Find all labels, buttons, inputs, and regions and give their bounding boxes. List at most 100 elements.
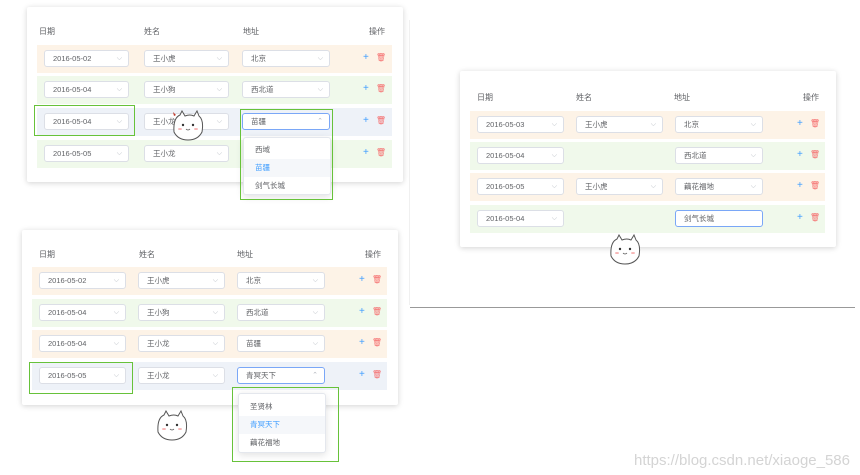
add-row-icon[interactable]: + [359, 274, 365, 285]
add-row-icon[interactable]: + [359, 369, 365, 380]
address-select[interactable]: 苗疆 ⌵ [237, 335, 325, 352]
header-name: 姓名 [144, 27, 160, 36]
address-select[interactable]: 青冥天下 ⌃ [237, 367, 325, 384]
address-select[interactable]: 西北道 ⌵ [675, 147, 763, 164]
table-row: 2016-05-02 ⌵ 王小虎 ⌵ 北京 ⌵ + 🗑 [37, 45, 392, 73]
add-row-icon[interactable]: + [797, 212, 803, 223]
delete-row-icon[interactable]: 🗑 [810, 150, 820, 159]
chevron-down-icon: ⌵ [750, 183, 756, 190]
name-value: 王小虎 [585, 120, 608, 129]
chevron-down-icon: ⌵ [116, 150, 122, 157]
address-select[interactable]: 西北道 ⌵ [242, 81, 330, 98]
chevron-down-icon: ⌵ [113, 340, 119, 347]
name-value: 王小虎 [153, 54, 176, 63]
name-select[interactable]: 王小虎 ⌵ [576, 116, 663, 133]
table-row: 2016-05-03 ⌵ 王小虎 ⌵ 北京 ⌵ + 🗑 [470, 111, 825, 139]
date-select[interactable]: 2016-05-04 ⌵ [44, 81, 129, 98]
chevron-down-icon: ⌵ [551, 215, 557, 222]
row-actions: + 🗑 [363, 52, 386, 64]
chevron-down-icon: ⌵ [116, 86, 122, 93]
name-value: 王小龙 [147, 371, 170, 380]
focus-highlight-dropdown [240, 109, 333, 200]
name-select[interactable]: 王小狗 ⌵ [144, 81, 229, 98]
address-value: 苗疆 [246, 339, 261, 348]
chevron-down-icon: ⌵ [212, 309, 218, 316]
date-select[interactable]: 2016-05-04 ⌵ [39, 335, 126, 352]
delete-row-icon[interactable]: 🗑 [376, 53, 386, 62]
date-select[interactable]: 2016-05-04 ⌵ [477, 147, 564, 164]
name-select[interactable]: 王小狗 ⌵ [138, 304, 225, 321]
name-select[interactable]: 王小虎 ⌵ [138, 272, 225, 289]
date-value: 2016-05-04 [53, 85, 92, 94]
header-actions: 操作 [369, 27, 385, 36]
name-select[interactable]: 王小龙 ⌵ [138, 367, 225, 384]
date-select[interactable]: 2016-05-04 ⌵ [477, 210, 564, 227]
date-value: 2016-05-04 [486, 214, 525, 223]
header-actions: 操作 [365, 250, 381, 259]
chevron-down-icon: ⌵ [212, 277, 218, 284]
header-date: 日期 [477, 93, 493, 102]
address-value: 北京 [246, 276, 261, 285]
name-select[interactable]: 王小龙 ⌵ [138, 335, 225, 352]
chevron-down-icon: ⌵ [113, 309, 119, 316]
name-select[interactable]: 王小虎 ⌵ [144, 50, 229, 67]
name-value: 王小狗 [153, 85, 176, 94]
add-row-icon[interactable]: + [797, 149, 803, 160]
date-select[interactable]: 2016-05-05 ⌵ [44, 145, 129, 162]
table-row: 2016-05-04 ⌵ 剑气长城 + 🗑 [470, 205, 825, 233]
date-select[interactable]: 2016-05-02 ⌵ [39, 272, 126, 289]
add-row-icon[interactable]: + [797, 180, 803, 191]
address-select[interactable]: 北京 ⌵ [237, 272, 325, 289]
address-select[interactable]: 藕花福地 ⌵ [675, 178, 763, 195]
row-actions: + 🗑 [359, 337, 382, 349]
address-select[interactable]: 北京 ⌵ [242, 50, 330, 67]
delete-row-icon[interactable]: 🗑 [810, 181, 820, 190]
header-address: 地址 [237, 250, 253, 259]
table-row: 2016-05-04 ⌵ 王小龙 ⌵ 苗疆 ⌵ + 🗑 [32, 330, 387, 358]
row-actions: + 🗑 [359, 369, 382, 381]
date-value: 2016-05-05 [53, 149, 92, 158]
date-value: 2016-05-04 [48, 339, 87, 348]
name-value: 王小龙 [147, 339, 170, 348]
row-actions: + 🗑 [797, 212, 820, 224]
date-select[interactable]: 2016-05-05 ⌵ [477, 178, 564, 195]
add-row-icon[interactable]: + [359, 306, 365, 317]
add-row-icon[interactable]: + [359, 337, 365, 348]
delete-row-icon[interactable]: 🗑 [372, 370, 382, 379]
date-select[interactable]: 2016-05-02 ⌵ [44, 50, 129, 67]
add-row-icon[interactable]: + [363, 147, 369, 158]
delete-row-icon[interactable]: 🗑 [376, 116, 386, 125]
focus-highlight-dropdown [232, 387, 339, 462]
table-row: 2016-05-04 ⌵ 西北道 ⌵ + 🗑 [470, 142, 825, 170]
add-row-icon[interactable]: + [363, 115, 369, 126]
chevron-down-icon: ⌵ [116, 55, 122, 62]
name-value: 王小虎 [147, 276, 170, 285]
delete-row-icon[interactable]: 🗑 [376, 148, 386, 157]
name-select[interactable]: 王小龙 ⌵ [144, 145, 229, 162]
delete-row-icon[interactable]: 🗑 [372, 338, 382, 347]
chevron-down-icon: ⌵ [750, 121, 756, 128]
header-date: 日期 [39, 27, 55, 36]
delete-row-icon[interactable]: 🗑 [376, 84, 386, 93]
header-address: 地址 [243, 27, 259, 36]
date-select[interactable]: 2016-05-04 ⌵ [39, 304, 126, 321]
address-value: 藕花福地 [684, 182, 714, 191]
delete-row-icon[interactable]: 🗑 [810, 119, 820, 128]
chevron-down-icon: ⌵ [312, 309, 318, 316]
date-value: 2016-05-05 [486, 182, 525, 191]
chevron-down-icon: ⌵ [312, 277, 318, 284]
address-select[interactable]: 剑气长城 [675, 210, 763, 227]
name-select[interactable]: 王小虎 ⌵ [576, 178, 663, 195]
delete-row-icon[interactable]: 🗑 [810, 213, 820, 222]
date-select[interactable]: 2016-05-03 ⌵ [477, 116, 564, 133]
add-row-icon[interactable]: + [797, 118, 803, 129]
add-row-icon[interactable]: + [363, 83, 369, 94]
delete-row-icon[interactable]: 🗑 [372, 275, 382, 284]
delete-row-icon[interactable]: 🗑 [372, 307, 382, 316]
chevron-down-icon: ⌵ [650, 121, 656, 128]
add-row-icon[interactable]: + [363, 52, 369, 63]
address-select[interactable]: 北京 ⌵ [675, 116, 763, 133]
watermark: https://blog.csdn.net/xiaoge_586 [634, 452, 850, 469]
address-select[interactable]: 西北道 ⌵ [237, 304, 325, 321]
row-actions: + 🗑 [359, 274, 382, 286]
